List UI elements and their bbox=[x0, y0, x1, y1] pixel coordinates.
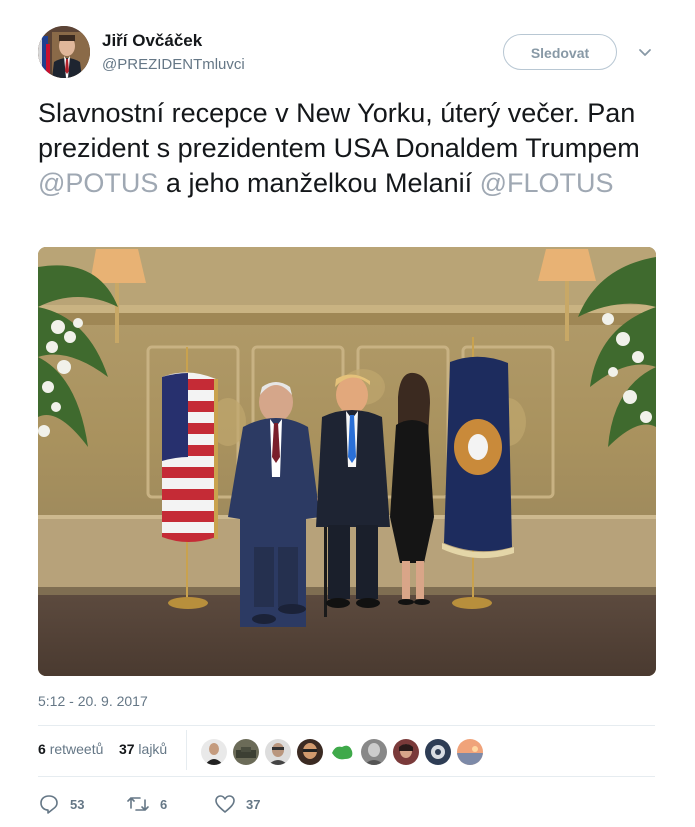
follow-button[interactable]: Sledovat bbox=[503, 34, 617, 70]
heart-icon bbox=[215, 795, 235, 813]
liker-avatar[interactable] bbox=[201, 739, 227, 765]
liker-avatar[interactable] bbox=[393, 739, 419, 765]
retweet-action[interactable]: 6 bbox=[126, 792, 167, 816]
reply-count: 53 bbox=[70, 796, 85, 812]
tweet-header: Jiří Ovčáček @PREZIDENTmluvci Sledovat bbox=[38, 26, 655, 82]
caret-down-icon[interactable] bbox=[635, 42, 655, 62]
tweet-photo[interactable] bbox=[38, 247, 656, 676]
tweet-stats: 6 retweetů 37 lajků bbox=[38, 741, 167, 757]
reply-action[interactable]: 53 bbox=[38, 792, 84, 816]
mention-flotus[interactable]: @FLOTUS bbox=[480, 168, 614, 198]
retweet-count: 6 bbox=[160, 796, 168, 812]
liker-avatar[interactable] bbox=[457, 739, 483, 765]
avatar[interactable] bbox=[38, 26, 90, 78]
tweet-text-part2: a jeho manželkou Melanií bbox=[158, 168, 480, 198]
retweet-icon bbox=[127, 797, 149, 811]
reply-icon bbox=[40, 795, 58, 814]
liker-avatar[interactable] bbox=[425, 739, 451, 765]
mention-potus[interactable]: @POTUS bbox=[38, 168, 158, 198]
like-count: 37 bbox=[246, 796, 261, 812]
likes-count[interactable]: 37 bbox=[119, 741, 135, 757]
liker-avatar[interactable] bbox=[329, 739, 355, 765]
liker-avatar[interactable] bbox=[297, 739, 323, 765]
like-action[interactable]: 37 bbox=[214, 792, 260, 816]
stats-separator bbox=[186, 730, 187, 770]
divider-top bbox=[38, 725, 655, 726]
liker-avatar[interactable] bbox=[233, 739, 259, 765]
tweet-timestamp[interactable]: 5:12 - 20. 9. 2017 bbox=[38, 693, 148, 709]
likes-label[interactable]: lajků bbox=[138, 741, 167, 757]
retweets-count[interactable]: 6 bbox=[38, 741, 46, 757]
divider-bottom bbox=[38, 776, 655, 777]
retweets-label[interactable]: retweetů bbox=[50, 741, 104, 757]
liker-avatar[interactable] bbox=[265, 739, 291, 765]
tweet-text-part1: Slavnostní recepce v New Yorku, úterý ve… bbox=[38, 98, 640, 163]
liker-avatar[interactable] bbox=[361, 739, 387, 765]
tweet-text: Slavnostní recepce v New Yorku, úterý ve… bbox=[38, 96, 668, 201]
author-handle[interactable]: @PREZIDENTmluvci bbox=[102, 56, 245, 73]
author-name[interactable]: Jiří Ovčáček bbox=[102, 31, 202, 51]
